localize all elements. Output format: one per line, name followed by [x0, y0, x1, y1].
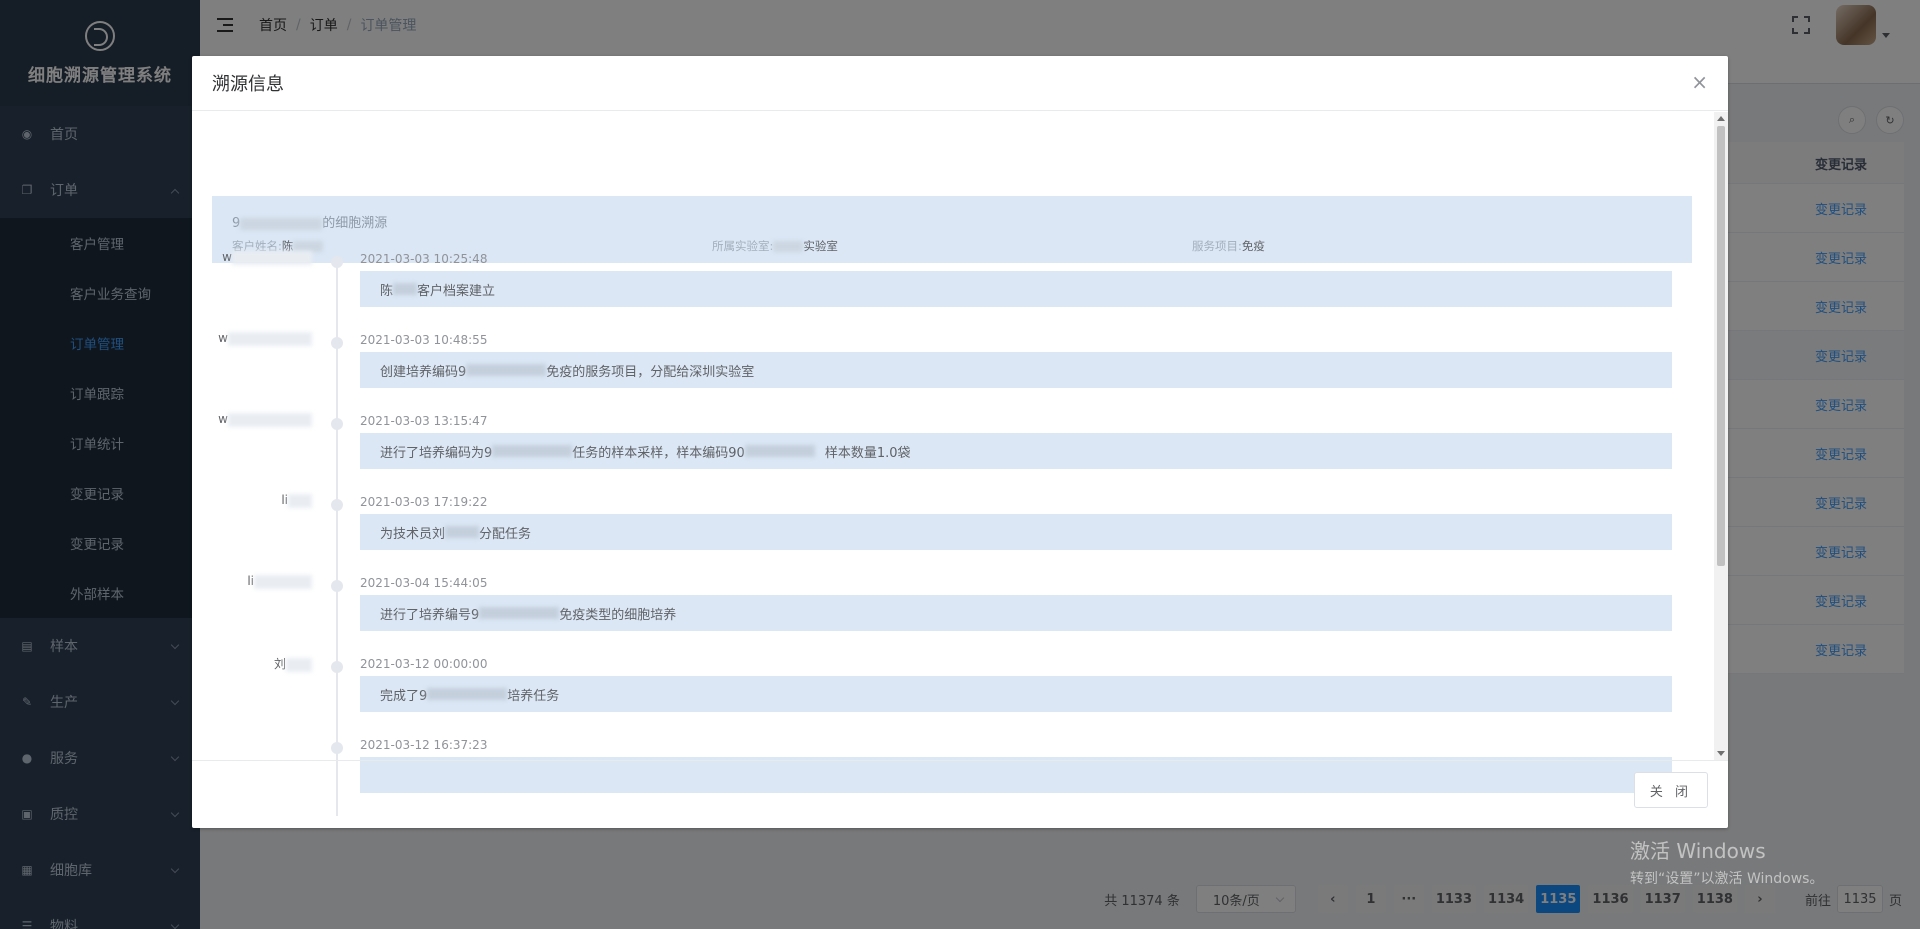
close-button[interactable]: 关 闭: [1634, 772, 1708, 808]
timeline-time: 2021-03-03 13:15:47: [360, 414, 488, 428]
operator-name: li: [281, 493, 312, 508]
trace-dialog: 溯源信息 × 9的细胞溯源 客户姓名:陈 所属实验室:实验室 服务项目:免疫: [192, 56, 1728, 828]
timeline-dot: [331, 418, 343, 430]
operator-name: w: [218, 331, 312, 346]
timeline-dot: [331, 499, 343, 511]
timeline-item: w 2021-03-03 13:15:47 进行了培养编码为9 任务的样本采样，样…: [192, 412, 1692, 495]
dialog-scrollbar[interactable]: [1714, 112, 1728, 760]
dialog-footer: 关 闭: [192, 760, 1728, 828]
timeline-item: li 2021-03-03 17:19:22 为技术员刘 分配任务: [192, 493, 1692, 576]
timeline-dot: [331, 661, 343, 673]
timeline-content: 进行了培养编号9 免疫类型的细胞培养: [360, 595, 1672, 631]
timeline-dot: [331, 580, 343, 592]
timeline-content: 创建培养编码9 免疫的服务项目，分配给深圳实验室: [360, 352, 1672, 388]
timeline-item: 刘 2021-03-12 00:00:00 完成了9 培养任务: [192, 657, 1692, 738]
dialog-title: 溯源信息: [212, 74, 284, 95]
watermark-line1: 激活 Windows: [1630, 839, 1766, 863]
scroll-down-icon[interactable]: [1717, 751, 1725, 756]
timeline-time: 2021-03-03 10:25:48: [360, 252, 488, 266]
timeline-item: li 2021-03-04 15:44:05 进行了培养编号9 免疫类型的细胞培养: [192, 574, 1692, 657]
operator-name: w: [218, 412, 312, 427]
timeline-time: 2021-03-12 16:37:23: [360, 738, 488, 752]
timeline-time: 2021-03-03 10:48:55: [360, 333, 488, 347]
watermark-line2: 转到“设置”以激活 Windows。: [1630, 871, 1824, 887]
close-icon[interactable]: ×: [1691, 70, 1708, 94]
timeline-content: 陈客户档案建立: [360, 271, 1672, 307]
timeline-content: 完成了9 培养任务: [360, 676, 1672, 712]
trace-summary-title: 9 的细胞溯源: [232, 216, 388, 231]
timeline-dot: [331, 742, 343, 754]
windows-activation-watermark: 激活 Windows 转到“设置”以激活 Windows。: [1630, 835, 1823, 888]
timeline-item: w 2021-03-03 10:48:55 创建培养编码9 免疫的服务项目，分配给…: [192, 331, 1692, 414]
timeline-time: 2021-03-04 15:44:05: [360, 576, 488, 590]
timeline-time: 2021-03-03 17:19:22: [360, 495, 488, 509]
operator-name: li: [247, 574, 312, 589]
operator-name: 刘: [274, 655, 312, 672]
timeline-dot: [331, 256, 343, 268]
timeline-time: 2021-03-12 00:00:00: [360, 657, 488, 671]
dialog-header: 溯源信息 ×: [192, 56, 1728, 111]
timeline-dot: [331, 337, 343, 349]
scroll-up-icon[interactable]: [1717, 116, 1725, 121]
timeline-content: 为技术员刘 分配任务: [360, 514, 1672, 550]
timeline-item: w 2021-03-03 10:25:48 陈客户档案建立: [192, 250, 1692, 333]
dialog-body: 9 的细胞溯源 客户姓名:陈 所属实验室: 实验室 服务项目:免疫 w 2021-0…: [192, 112, 1728, 816]
timeline-content: 进行了培养编码为9 任务的样本采样，样本编码90 样本数量1.0袋: [360, 433, 1672, 469]
scrollbar-thumb[interactable]: [1717, 126, 1725, 566]
operator-name: w: [222, 250, 312, 265]
